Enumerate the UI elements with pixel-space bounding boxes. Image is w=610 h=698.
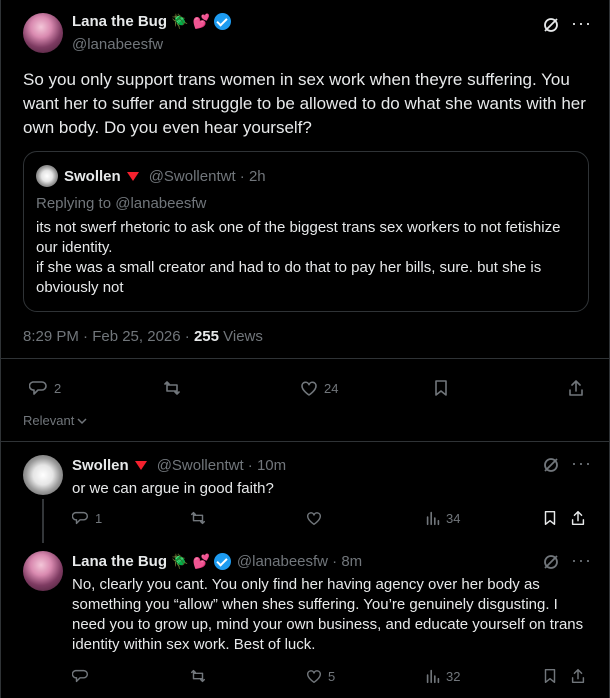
analytics-icon: [426, 511, 440, 526]
reply-action[interactable]: 2: [29, 378, 61, 398]
share-icon: [571, 668, 585, 684]
views-label: Views: [218, 328, 263, 345]
views-count: 255: [193, 328, 219, 345]
bookmark-action[interactable]: [431, 378, 451, 398]
reply-text-line: something you “allow” when shes sufferin…: [72, 596, 558, 613]
quoted-author-row: Swollen @Swollentwt · 2h: [64, 168, 266, 185]
repost-action[interactable]: [162, 378, 187, 398]
author-avatar[interactable]: [23, 13, 63, 53]
more-options-icon[interactable]: ···: [571, 453, 592, 474]
reply-avatar[interactable]: [23, 455, 63, 495]
hearts-emoji: 💕: [192, 553, 210, 569]
repost-icon: [164, 381, 180, 395]
views-count: 32: [446, 668, 461, 684]
share-icon: [571, 510, 585, 526]
grok-icon[interactable]: [542, 456, 560, 474]
quoted-text-line: our identity.: [36, 239, 113, 256]
chevron-down-icon: [77, 417, 87, 424]
divider: [1, 441, 609, 442]
author-handle[interactable]: @lanabeesfw: [72, 36, 163, 53]
grok-icon[interactable]: [542, 16, 560, 34]
grok-icon[interactable]: [542, 553, 560, 571]
reply-icon: [29, 381, 47, 395]
bug-emoji: 🪲: [171, 13, 189, 29]
repost-action[interactable]: [189, 667, 207, 685]
reply-author-row: Lana the Bug 🪲 💕 @lanabeesfw · 8m: [72, 553, 362, 570]
reply-display-name[interactable]: Lana the Bug: [72, 553, 167, 570]
repost-icon: [190, 511, 206, 525]
share-icon: [569, 380, 583, 396]
post-meta: 8:29 PM · Feb 25, 2026 · 255 Views: [23, 328, 263, 345]
quoted-text-line: if she was a small creator and had to do…: [36, 259, 542, 276]
verified-badge-icon[interactable]: [213, 553, 231, 570]
bookmark-icon: [544, 510, 556, 526]
red-triangle-icon: [134, 461, 147, 470]
heart-icon: [306, 670, 322, 684]
replying-to: Replying to @lanabeesfw: [36, 195, 207, 212]
bookmark-action[interactable]: [541, 667, 559, 685]
heart-icon: [301, 381, 317, 396]
reply-handle[interactable]: @lanabeesfw · 8m: [237, 553, 362, 570]
like-count: 5: [328, 668, 336, 684]
views-action[interactable]: 34: [424, 509, 460, 527]
reply-text: or we can argue in good faith?: [72, 480, 274, 497]
reply-icon: [72, 669, 89, 683]
quoted-avatar: [36, 165, 58, 187]
bookmark-icon: [435, 380, 447, 396]
repost-icon: [190, 669, 206, 683]
reply-text-line: No, clearly you cant. You only find her …: [72, 576, 540, 593]
quoted-text-line: its not swerf rhetoric to ask one of the…: [36, 219, 561, 236]
verified-badge-icon[interactable]: [213, 13, 231, 30]
reply-count: 1: [95, 510, 103, 526]
analytics-icon: [426, 669, 440, 684]
thread-connector: [42, 499, 44, 543]
hearts-emoji: 💕: [192, 13, 210, 29]
divider: [1, 358, 609, 359]
reply-action[interactable]: 1: [72, 509, 102, 527]
reply-display-name[interactable]: Swollen: [72, 457, 129, 474]
more-options-icon[interactable]: ···: [571, 550, 592, 571]
sort-dropdown[interactable]: Relevant: [23, 413, 88, 428]
reply-handle[interactable]: @Swollentwt · 10m: [157, 457, 286, 474]
red-triangle-icon: [126, 172, 139, 181]
quoted-post[interactable]: Swollen @Swollentwt · 2h Replying to @la…: [23, 151, 589, 312]
share-action[interactable]: [566, 378, 586, 398]
reply-action[interactable]: [72, 667, 90, 685]
author-name-row: Lana the Bug 🪲 💕: [72, 13, 231, 30]
share-action[interactable]: [569, 509, 587, 527]
author-display-name[interactable]: Lana the Bug: [72, 13, 167, 30]
views-action[interactable]: 32: [424, 667, 460, 685]
quoted-text-line: obviously not: [36, 279, 124, 296]
more-options-icon[interactable]: ···: [571, 13, 592, 34]
reply-count: 2: [54, 380, 62, 396]
reply-text-line: need you to grow up, mind your own busin…: [72, 616, 584, 633]
reply-avatar[interactable]: [23, 551, 63, 591]
reply-text: No, clearly you cant. You only find her …: [72, 575, 597, 655]
like-count: 24: [324, 380, 339, 396]
views-count: 34: [446, 510, 461, 526]
like-action[interactable]: [305, 509, 323, 527]
timestamp[interactable]: 8:29 PM · Feb 25, 2026 ·: [23, 328, 194, 345]
share-action[interactable]: [569, 667, 587, 685]
quoted-text: its not swerf rhetoric to ask one of the…: [36, 218, 576, 298]
reply-text-line: identity within sex work. Best of luck.: [72, 636, 316, 653]
post-text: So you only support trans women in sex w…: [23, 70, 586, 137]
heart-icon: [306, 512, 322, 526]
repost-action[interactable]: [189, 509, 207, 527]
bookmark-icon: [544, 668, 556, 684]
bookmark-action[interactable]: [541, 509, 559, 527]
sort-label: Relevant: [23, 413, 75, 428]
quoted-display-name: Swollen: [64, 168, 121, 185]
reply-author-row: Swollen @Swollentwt · 10m: [72, 457, 286, 474]
reply-icon: [72, 511, 89, 525]
like-action[interactable]: 24: [299, 378, 338, 398]
bug-emoji: 🪲: [171, 553, 189, 569]
quoted-handle: @Swollentwt · 2h: [148, 168, 266, 185]
post-detail-panel: Lana the Bug 🪲 💕 @lanabeesfw ··· So you …: [0, 0, 610, 698]
like-action[interactable]: 5: [305, 667, 335, 685]
